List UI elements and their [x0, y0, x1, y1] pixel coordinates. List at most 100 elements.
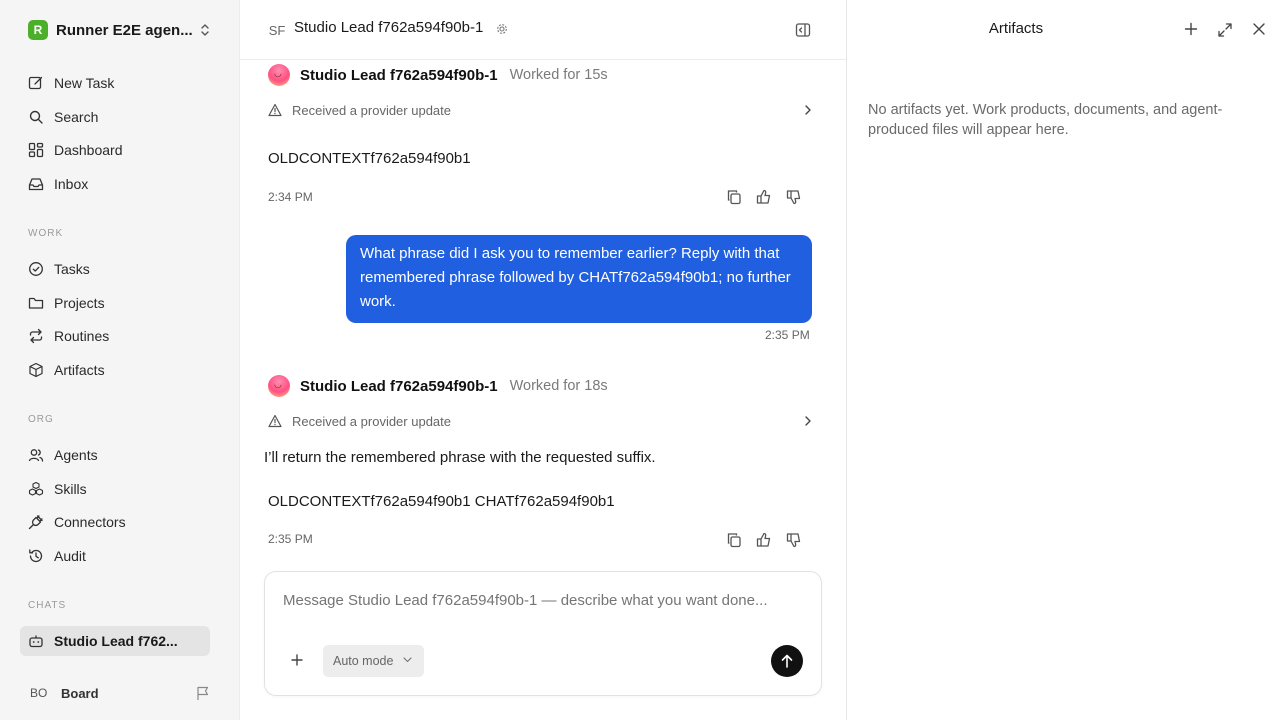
- nav-label: Artifacts: [54, 362, 105, 378]
- agent-name: Studio Lead f762a594f90b-1: [300, 66, 498, 84]
- nav-label: Audit: [54, 548, 86, 564]
- flag-icon[interactable]: [196, 686, 210, 701]
- agent-message-header: Studio Lead f762a594f90b-1 Worked for 15…: [268, 63, 608, 87]
- gear-icon[interactable]: [496, 23, 508, 35]
- repeat-icon: [28, 328, 44, 344]
- folder-icon: [28, 295, 44, 311]
- box-icon: [28, 362, 44, 378]
- chevron-up-down-icon: [200, 23, 210, 37]
- chat-header-avatar: SF: [268, 22, 286, 38]
- board-label: Board: [61, 686, 99, 701]
- agent-message-header: Studio Lead f762a594f90b-1 Worked for 18…: [268, 374, 608, 398]
- nav-label: New Task: [54, 75, 115, 91]
- nav-label: Skills: [54, 481, 87, 497]
- artifacts-empty-state: No artifacts yet. Work products, documen…: [868, 102, 1223, 138]
- panel-toggle-icon[interactable]: [795, 22, 811, 38]
- message-actions: [726, 532, 802, 548]
- provider-update-row[interactable]: Received a provider update: [268, 410, 812, 434]
- nav-routines[interactable]: Routines: [20, 321, 210, 351]
- thumbs-up-icon[interactable]: [756, 532, 772, 548]
- chat-pane: SF Studio Lead f762a594f90b-1 Studio Lea…: [240, 0, 846, 720]
- inbox-icon: [28, 176, 44, 192]
- provider-update-row[interactable]: Received a provider update: [268, 99, 812, 123]
- nav-new-task[interactable]: New Task: [20, 68, 210, 98]
- arrow-up-icon: [781, 654, 793, 668]
- chevron-down-icon: [403, 657, 412, 663]
- worked-duration: Worked for 18s: [509, 378, 608, 394]
- section-org-heading: ORG: [28, 414, 54, 425]
- agent-message-text: OLDCONTEXTf762a594f90b1 CHATf762a594f90b…: [268, 493, 615, 510]
- chat-item-studio-lead[interactable]: Studio Lead f762...: [20, 626, 210, 656]
- history-icon: [28, 548, 44, 564]
- copy-icon[interactable]: [726, 189, 742, 205]
- agent-message-text: OLDCONTEXTf762a594f90b1: [268, 150, 471, 167]
- check-circle-icon: [28, 261, 44, 277]
- provider-update-text: Received a provider update: [292, 414, 451, 429]
- nav-dashboard[interactable]: Dashboard: [20, 135, 210, 165]
- nav-label: Agents: [54, 447, 98, 463]
- nav-label: Inbox: [54, 176, 89, 192]
- chat-title: Studio Lead f762a594f90b-1: [294, 19, 484, 36]
- nav-projects[interactable]: Projects: [20, 288, 210, 318]
- plus-icon[interactable]: [291, 654, 303, 666]
- agent-name: Studio Lead f762a594f90b-1: [300, 377, 498, 395]
- board-avatar: BO: [30, 686, 48, 700]
- message-composer: Auto mode: [264, 571, 822, 696]
- nav-search[interactable]: Search: [20, 102, 210, 132]
- agent-avatar: [268, 64, 290, 86]
- nav-tasks[interactable]: Tasks: [20, 254, 210, 284]
- message-input[interactable]: [283, 592, 803, 609]
- nav-label: Connectors: [54, 514, 126, 530]
- artifacts-panel: Artifacts No artifacts yet. Work product…: [846, 0, 1280, 720]
- thumbs-up-icon[interactable]: [756, 189, 772, 205]
- message-actions: [726, 189, 802, 205]
- cubes-icon: [28, 481, 44, 497]
- send-button[interactable]: [771, 645, 803, 677]
- dashboard-icon: [28, 142, 44, 158]
- nav-audit[interactable]: Audit: [20, 541, 210, 571]
- bot-icon: [28, 633, 44, 649]
- chat-item-label: Studio Lead f762...: [54, 633, 178, 649]
- nav-label: Search: [54, 109, 99, 125]
- nav-connectors[interactable]: Connectors: [20, 507, 210, 537]
- message-timestamp: 2:34 PM: [268, 190, 313, 204]
- warning-icon: [268, 103, 282, 117]
- section-work-heading: WORK: [28, 228, 64, 239]
- chat-header: SF Studio Lead f762a594f90b-1: [240, 0, 846, 60]
- thumbs-down-icon[interactable]: [786, 189, 802, 205]
- artifacts-title: Artifacts: [988, 20, 1044, 37]
- copy-icon[interactable]: [726, 532, 742, 548]
- nav-inbox[interactable]: Inbox: [20, 169, 210, 199]
- thumbs-down-icon[interactable]: [786, 532, 802, 548]
- workspace-switcher[interactable]: R Runner E2E agen...: [20, 14, 220, 46]
- plus-icon[interactable]: [1184, 22, 1198, 36]
- edit-icon: [28, 75, 44, 91]
- workspace-name: Runner E2E agen...: [56, 21, 193, 39]
- nav-label: Projects: [54, 295, 105, 311]
- worked-duration: Worked for 15s: [509, 67, 608, 83]
- agent-message-intro: I’ll return the remembered phrase with t…: [264, 449, 656, 466]
- message-timestamp: 2:35 PM: [268, 532, 313, 546]
- plug-icon: [28, 514, 44, 530]
- nav-label: Routines: [54, 328, 110, 344]
- expand-icon[interactable]: [1217, 22, 1233, 38]
- chevron-right-icon: [804, 104, 812, 116]
- board-user[interactable]: BO Board: [20, 680, 220, 708]
- warning-icon: [268, 414, 282, 428]
- message-timestamp: 2:35 PM: [765, 328, 810, 342]
- search-icon: [28, 109, 44, 125]
- workspace-logo: R: [28, 20, 48, 40]
- mode-select[interactable]: Auto mode: [323, 645, 424, 677]
- nav-agents[interactable]: Agents: [20, 440, 210, 470]
- sidebar: R Runner E2E agen... New Task Search Das…: [0, 0, 240, 720]
- section-chats-heading: CHATS: [28, 600, 67, 611]
- nav-label: Tasks: [54, 261, 90, 277]
- mode-label: Auto mode: [333, 654, 394, 668]
- close-icon[interactable]: [1252, 22, 1266, 36]
- nav-label: Dashboard: [54, 142, 123, 158]
- agent-avatar: [268, 375, 290, 397]
- nav-skills[interactable]: Skills: [20, 474, 210, 504]
- provider-update-text: Received a provider update: [292, 103, 451, 118]
- users-icon: [28, 447, 44, 463]
- nav-artifacts[interactable]: Artifacts: [20, 355, 210, 385]
